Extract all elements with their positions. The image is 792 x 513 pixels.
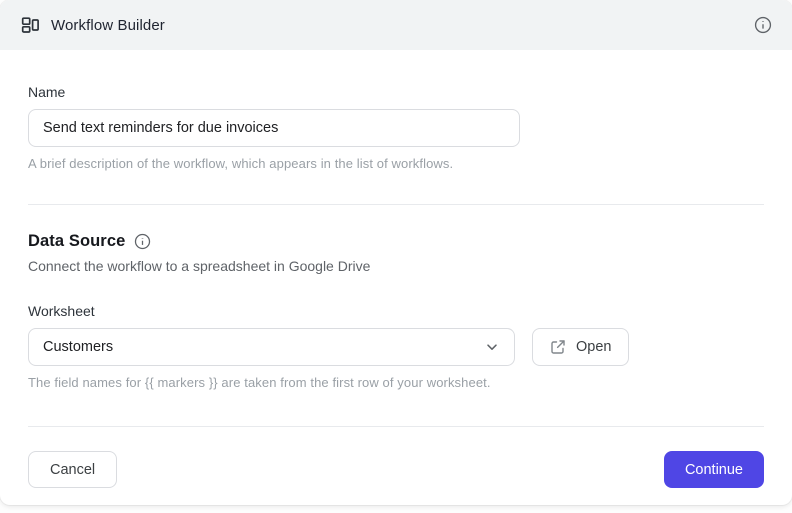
data-source-title: Data Source <box>28 232 126 250</box>
page-title: Workflow Builder <box>51 16 165 34</box>
name-section: Name A brief description of the workflow… <box>28 50 764 171</box>
cancel-button[interactable]: Cancel <box>28 451 118 488</box>
worksheet-helper-text: The field names for {{ markers }} are ta… <box>28 375 491 390</box>
name-helper-text: A brief description of the workflow, whi… <box>28 156 454 171</box>
worksheet-label: Worksheet <box>28 303 95 319</box>
name-label: Name <box>28 84 66 100</box>
worksheet-selected-value: Customers <box>43 339 114 355</box>
workflow-icon <box>20 15 40 35</box>
data-source-subtitle: Connect the workflow to a spreadsheet in… <box>28 258 371 274</box>
card-header: Workflow Builder <box>0 0 792 50</box>
footer: Cancel Continue <box>28 451 764 488</box>
card-body: Name A brief description of the workflow… <box>0 50 792 505</box>
name-input[interactable] <box>28 109 520 147</box>
external-link-icon <box>550 339 566 355</box>
worksheet-select[interactable]: Customers <box>28 328 515 366</box>
open-button[interactable]: Open <box>532 328 630 366</box>
worksheet-row: Customers Open <box>28 328 764 366</box>
continue-button[interactable]: Continue <box>663 451 764 488</box>
open-button-label: Open <box>576 339 612 355</box>
chevron-down-icon <box>484 339 500 355</box>
info-icon[interactable] <box>754 16 772 34</box>
data-source-heading: Data Source <box>28 232 764 251</box>
workflow-builder-card: Workflow Builder Name A brief descriptio… <box>0 0 792 505</box>
footer-divider <box>28 426 764 427</box>
info-icon[interactable] <box>134 233 151 250</box>
section-divider <box>28 204 764 205</box>
